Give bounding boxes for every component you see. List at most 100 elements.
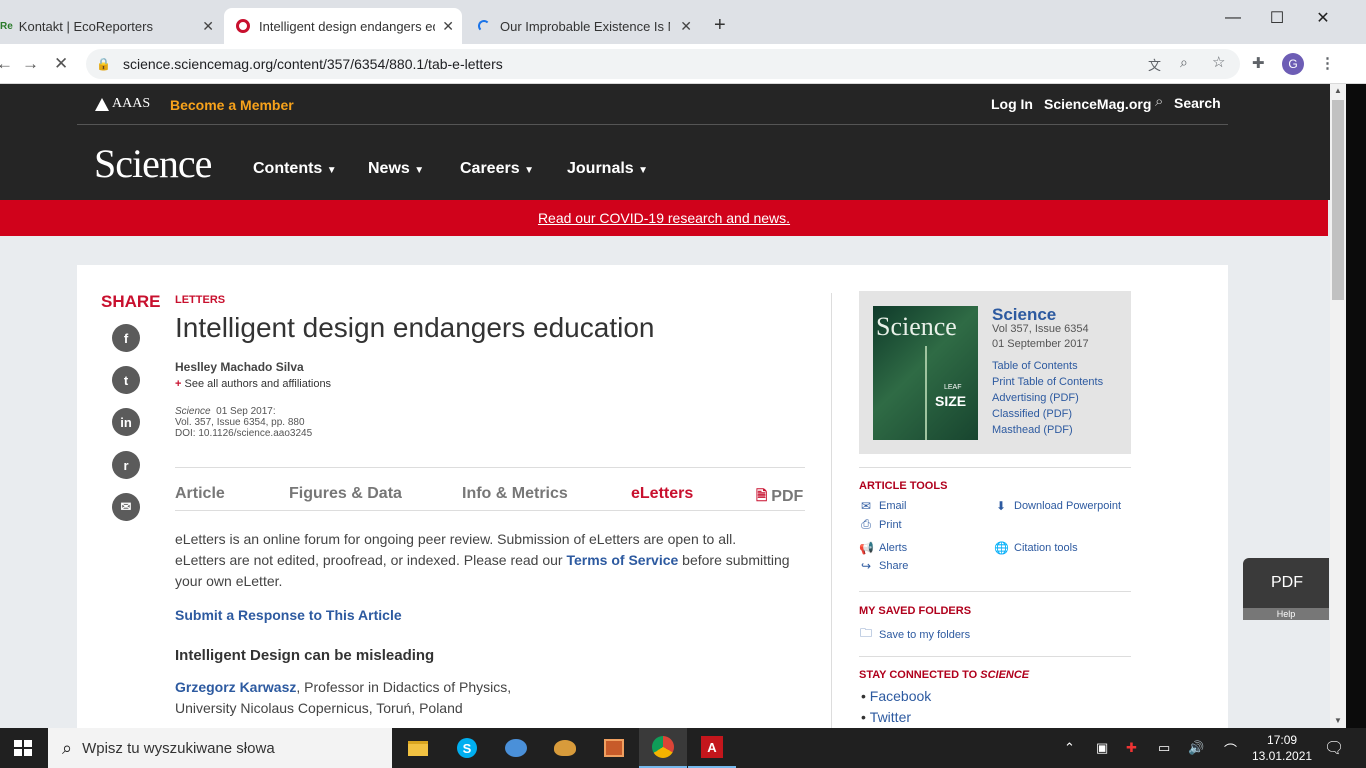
tray-expand-icon[interactable]: ⌃ (1064, 740, 1075, 756)
back-icon[interactable]: ← (0, 54, 13, 74)
new-tab-button[interactable]: + (714, 14, 726, 37)
device-icon[interactable]: ▣ (1096, 740, 1108, 756)
clock[interactable]: 17:09 13.01.2021 (1252, 732, 1312, 764)
submit-response-link[interactable]: Submit a Response to This Article (175, 607, 402, 623)
scroll-up-icon[interactable]: ▲ (1334, 86, 1342, 95)
linkedin-share-icon[interactable]: in (112, 408, 140, 436)
facebook-share-icon[interactable]: f (112, 324, 140, 352)
search-icon[interactable]: ⌕ (1155, 93, 1163, 110)
url-text[interactable]: science.sciencemag.org/content/357/6354/… (123, 56, 503, 72)
toc-link[interactable]: Table of Contents (992, 360, 1078, 372)
network-icon[interactable]: ⌒ (1224, 740, 1237, 759)
tab-title: Kontakt | EcoReporters (18, 18, 153, 34)
aaas-mark-icon (95, 97, 109, 111)
tab-loading[interactable]: Our Improbable Existence Is No E ✕ (470, 8, 700, 44)
action-center-icon[interactable]: 🗨 (1324, 738, 1344, 758)
menu-news[interactable]: News ▼ (368, 160, 424, 178)
close-window-button[interactable]: ✕ (1300, 4, 1346, 32)
tab-ecoreporters[interactable]: Re Kontakt | EcoReporters ✕ (0, 8, 222, 44)
twitter-share-icon[interactable]: t (112, 366, 140, 394)
windows-start-icon[interactable] (14, 740, 32, 756)
page-scrollbar[interactable]: ▲ ▼ (1330, 84, 1346, 728)
tool-citation[interactable]: 🌐 Citation tools (994, 541, 1078, 555)
terms-of-service-link[interactable]: Terms of Service (566, 552, 678, 568)
help-label[interactable]: Help (1243, 608, 1329, 620)
paint-app-icon[interactable] (541, 728, 589, 768)
battery-icon[interactable]: ▭ (1158, 740, 1170, 756)
tool-print[interactable]: ⎙ Print (859, 517, 901, 532)
printer-icon: ⎙ (861, 517, 871, 531)
translate-icon[interactable]: 文 (1148, 55, 1161, 74)
chrome-menu-icon[interactable]: ⋮ (1320, 54, 1335, 72)
chrome-taskbar-icon[interactable] (639, 728, 687, 768)
megaphone-icon: 📢 (859, 541, 874, 555)
article-author[interactable]: Heslley Machado Silva (175, 360, 304, 374)
aaas-logo[interactable]: AAAS (95, 96, 150, 112)
stay-connected-title: STAY CONNECTED TO SCIENCE (859, 669, 1030, 681)
tool-share[interactable]: ↪ Share (859, 559, 908, 573)
email-share-icon[interactable]: ✉ (112, 493, 140, 521)
taskbar-search[interactable]: ⌕ Wpisz tu wyszukiwane słowa (48, 728, 392, 768)
sciencemag-link[interactable]: ScienceMag.org (1044, 96, 1151, 112)
url-bar[interactable]: 🔒 science.sciencemag.org/content/357/635… (86, 49, 1240, 79)
issue-cover-image[interactable]: Science LEAF SIZE (873, 306, 978, 440)
search-link[interactable]: Search (1174, 95, 1221, 111)
reddit-share-icon[interactable]: r (112, 451, 140, 479)
bookmark-star-icon[interactable]: ☆ (1212, 53, 1225, 71)
affiliations-link[interactable]: See all authors and affiliations (185, 378, 332, 390)
close-tab-icon[interactable]: ✕ (202, 18, 214, 35)
print-toc-link[interactable]: Print Table of Contents (992, 376, 1103, 388)
scrollbar-thumb[interactable] (1332, 100, 1344, 300)
notification-app-icon[interactable]: ✚ (1126, 740, 1137, 756)
affiliations-toggle[interactable]: + See all authors and affiliations (175, 378, 331, 390)
acrobat-icon[interactable]: A (688, 728, 736, 768)
stop-loading-icon[interactable]: ✕ (54, 54, 68, 74)
extensions-icon[interactable]: ✚ (1252, 54, 1265, 72)
classified-link[interactable]: Classified (PDF) (992, 408, 1072, 420)
tab-info-metrics[interactable]: Info & Metrics (462, 485, 568, 503)
tab-figures-data[interactable]: Figures & Data (289, 485, 402, 503)
close-tab-icon[interactable]: ✕ (442, 18, 454, 35)
header-divider (77, 124, 1228, 125)
issue-journal-title[interactable]: Science (992, 305, 1056, 325)
science-logo[interactable]: Science (94, 140, 212, 187)
pdf-floating-widget[interactable]: PDF Help (1243, 558, 1329, 620)
citation-journal: Science (175, 406, 211, 417)
profile-avatar[interactable]: G (1282, 53, 1304, 75)
login-link[interactable]: Log In (991, 96, 1033, 112)
tool-alerts[interactable]: 📢 Alerts (859, 541, 907, 555)
skype-icon[interactable]: S (443, 728, 491, 768)
twitter-link[interactable]: Twitter (870, 709, 911, 725)
facebook-link[interactable]: Facebook (870, 688, 931, 704)
menu-contents[interactable]: Contents ▼ (253, 160, 337, 178)
file-explorer-icon[interactable] (394, 728, 442, 768)
forward-icon[interactable]: → (22, 54, 39, 74)
advertising-link[interactable]: Advertising (PDF) (992, 392, 1079, 404)
video-editor-icon[interactable] (590, 728, 638, 768)
zoom-icon[interactable]: ⌕ (1180, 54, 1188, 71)
list-item[interactable]: • Twitter (861, 707, 931, 728)
covid-link[interactable]: Read our COVID-19 research and news. (538, 210, 790, 226)
become-member-link[interactable]: Become a Member (170, 97, 294, 113)
letter-title: Intelligent Design can be misleading (175, 647, 435, 664)
weather-app-icon[interactable] (492, 728, 540, 768)
tool-email[interactable]: ✉ Email (859, 499, 907, 513)
tool-download-powerpoint[interactable]: ⬇ Download Powerpoint (994, 499, 1121, 513)
sidebar-divider (859, 467, 1131, 468)
close-tab-icon[interactable]: ✕ (680, 18, 692, 35)
volume-icon[interactable]: 🔊 (1188, 740, 1204, 756)
tab-active-article[interactable]: Intelligent design endangers edu ✕ (224, 8, 462, 44)
menu-journals[interactable]: Journals ▼ (567, 160, 648, 178)
maximize-button[interactable]: ☐ (1254, 4, 1300, 32)
list-item[interactable]: • Facebook (861, 686, 931, 707)
save-to-folders-link[interactable]: 🗀 Save to my folders (859, 624, 970, 645)
tab-pdf[interactable]: 🗎 PDF (756, 485, 803, 509)
menu-careers[interactable]: Careers ▼ (460, 160, 534, 178)
minimize-button[interactable]: — (1210, 4, 1256, 32)
tab-eletters[interactable]: eLetters (631, 485, 693, 503)
masthead-link[interactable]: Masthead (PDF) (992, 424, 1073, 436)
scroll-down-icon[interactable]: ▼ (1334, 716, 1342, 725)
letter-author-link[interactable]: Grzegorz Karwasz (175, 679, 296, 695)
article-tools-title: ARTICLE TOOLS (859, 480, 948, 492)
tab-article[interactable]: Article (175, 485, 225, 503)
